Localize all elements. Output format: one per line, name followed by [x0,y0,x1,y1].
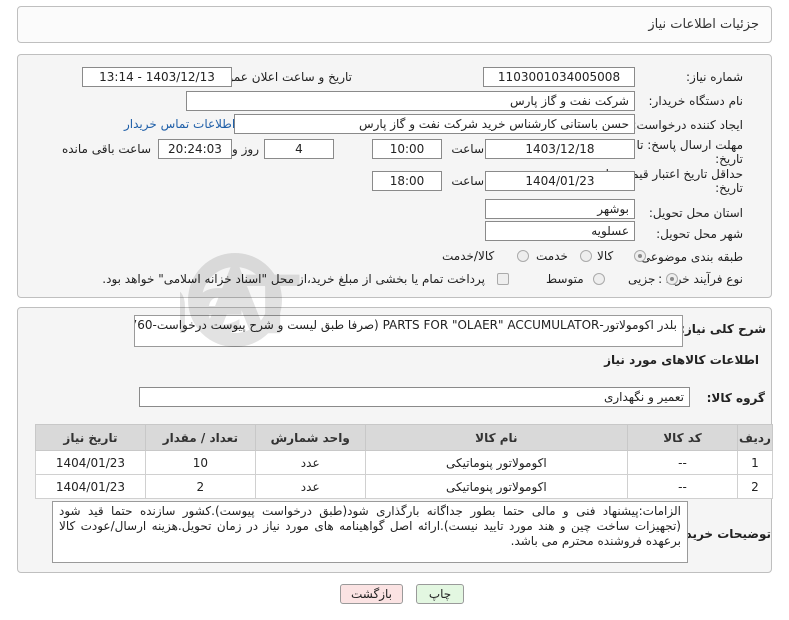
summary-label: شرح کلی نیاز: [680,322,766,336]
creator-field: حسن باستانی کارشناس خرید شرکت نفت و گاز … [234,114,635,134]
process-radio-minor[interactable] [666,273,678,285]
deadline-date-field: 1403/12/18 [485,139,635,159]
process-radio-medium[interactable] [593,273,605,285]
goods-group-label: گروه کالا: [706,391,765,405]
deadline-time-label: ساعت [451,142,484,156]
cell-date: 1404/01/23 [35,450,146,475]
cell-quantity: 2 [144,474,256,499]
need-number-field: 1103001034005008 [483,67,635,87]
category-radio-goods[interactable] [634,250,646,262]
summary-field: بلدر اکومولاتور-PARTS FOR "OLAER" ACCUMU… [134,315,683,347]
remaining-time-label: ساعت باقی مانده [61,142,151,156]
process-option-medium: متوسط [546,272,584,286]
col-header-code: کد کالا [627,424,738,451]
buyer-contact-link[interactable]: اطلاعات تماس خریدار [124,117,235,131]
validity-date-sublabel: تاریخ: [715,181,743,195]
province-label: استان محل تحویل: [648,206,743,220]
back-button[interactable]: بازگشت [340,584,403,604]
category-option-service: خدمت [536,249,568,263]
cell-unit: عدد [254,450,366,475]
goods-table: ردیف کد کالا نام کالا واحد شمارش تعداد /… [35,424,774,499]
treasury-payment-checkbox[interactable] [497,273,509,285]
cell-name: اکومولاتور پنوماتیکی [364,450,629,475]
cell-date: 1404/01/23 [35,474,146,499]
col-header-row: ردیف [736,424,774,451]
goods-table-header: ردیف کد کالا نام کالا واحد شمارش تعداد /… [35,424,774,451]
city-field: عسلویه [485,221,635,241]
cell-quantity: 10 [144,450,256,475]
goods-group-field: تعمیر و نگهداری [139,387,690,407]
validity-time-field: 18:00 [372,171,442,191]
cell-code: -- [627,474,738,499]
remaining-days-field: 4 [264,139,334,159]
cell-row-number: 2 [736,474,774,499]
page-header: جزئیات اطلاعات نیاز [17,6,772,43]
need-number-label: شماره نیاز: [686,70,743,84]
col-header-unit: واحد شمارش [254,424,366,451]
table-row: 2 -- اکومولاتور پنوماتیکی عدد 2 1404/01/… [35,474,774,499]
category-radio-goods-service[interactable] [517,250,529,262]
process-option-minor: جزیی [628,272,656,286]
deadline-time-field: 10:00 [372,139,442,159]
category-radio-service[interactable] [580,250,592,262]
cell-name: اکومولاتور پنوماتیکی [364,474,629,499]
category-label: طبقه بندی موضوعی: [636,250,743,264]
days-label: روز و [232,142,259,156]
cell-row-number: 1 [736,450,774,475]
col-header-date: تاریخ نیاز [35,424,146,451]
treasury-payment-note: پرداخت تمام یا بخشی از مبلغ خرید،از محل … [102,272,485,286]
col-header-quantity: تعداد / مقدار [144,424,256,451]
province-field: بوشهر [485,199,635,219]
category-option-goods-service: کالا/خدمت [442,249,495,263]
print-button[interactable]: چاپ [416,584,464,604]
category-option-goods: کالا [597,249,614,263]
remaining-time-field: 20:24:03 [158,139,232,159]
buyer-label: نام دستگاه خریدار: [648,94,744,108]
announce-date-field: 1403/12/13 - 13:14 [82,67,232,87]
cell-unit: عدد [254,474,366,499]
deadline-date-sublabel: تاریخ: [715,152,743,166]
validity-time-label: ساعت [451,174,484,188]
table-row: 1 -- اکومولاتور پنوماتیکی عدد 10 1404/01… [35,450,774,475]
validity-date-field: 1404/01/23 [485,171,635,191]
goods-section-title: اطلاعات کالاهای مورد نیاز [604,353,759,367]
city-label: شهر محل تحویل: [656,227,743,241]
col-header-name: نام کالا [364,424,629,451]
deadline-label: مهلت ارسال پاسخ: تا [636,138,743,152]
cell-code: -- [627,450,738,475]
page-title: جزئیات اطلاعات نیاز [648,17,759,32]
buyer-notes-field: الزامات:پیشنهاد فنی و مالی حتما بطور جدا… [52,501,688,563]
creator-label: ایجاد کننده درخواست: [632,118,743,132]
buyer-field: شرکت نفت و گاز پارس [186,91,635,111]
